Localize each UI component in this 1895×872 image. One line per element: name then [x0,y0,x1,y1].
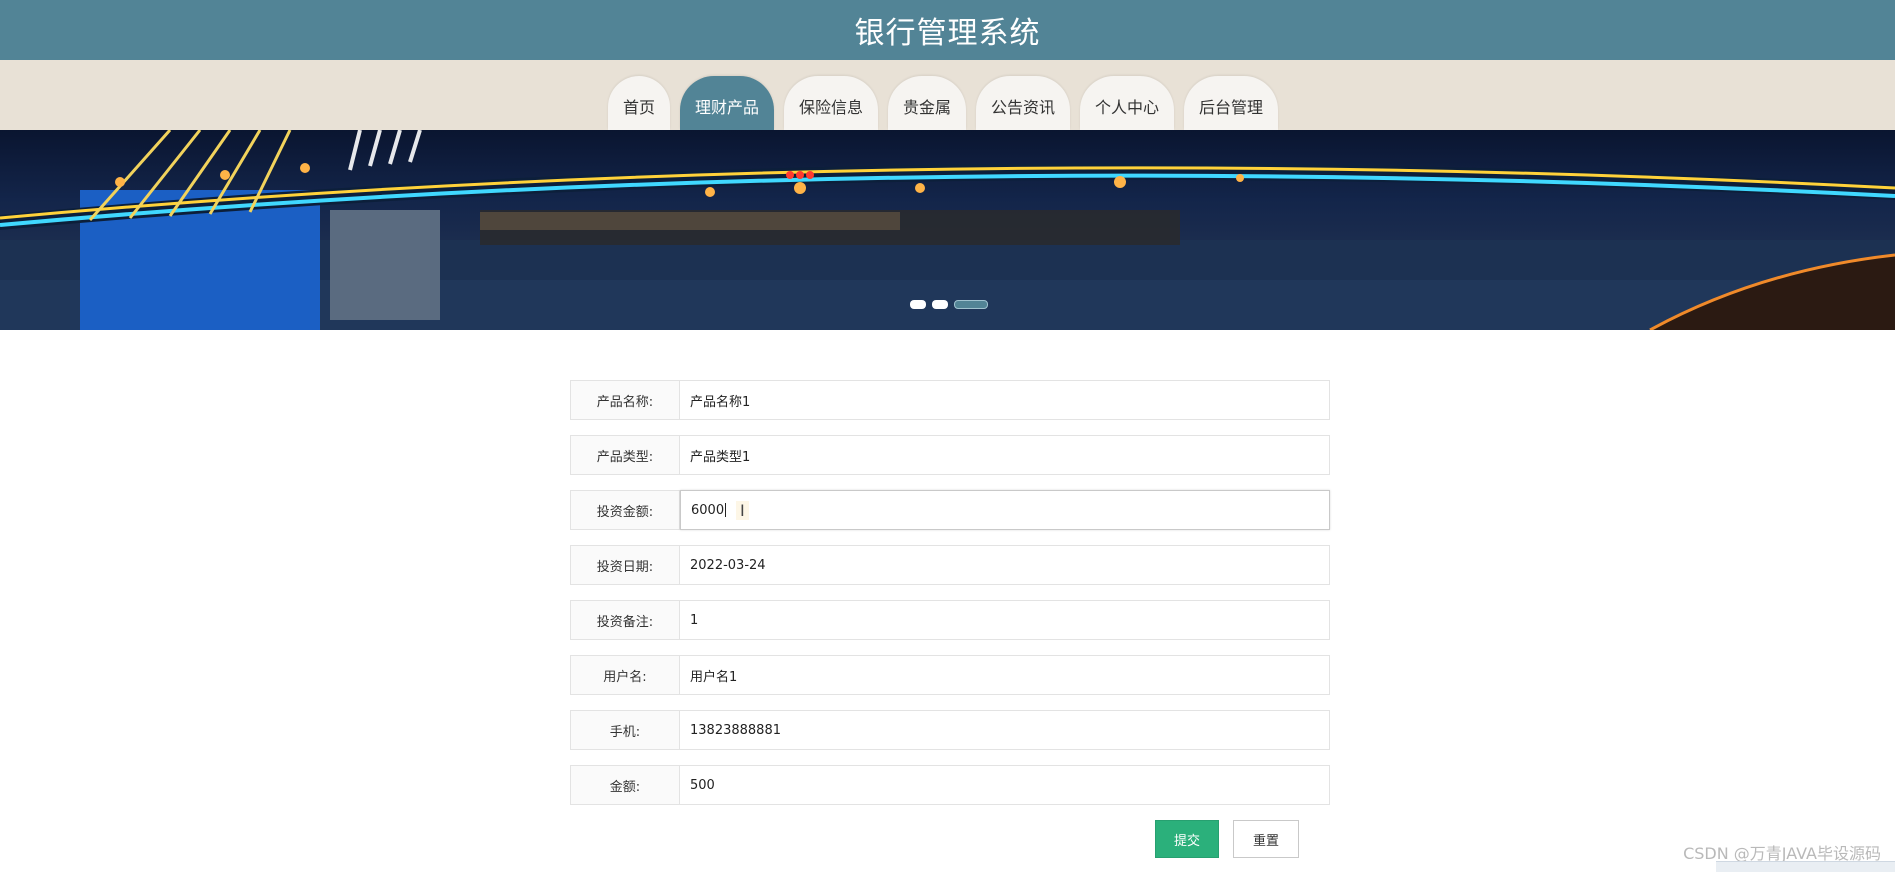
submit-button[interactable]: 提交 [1155,820,1219,858]
field-label: 投资备注: [570,600,680,640]
nav-item-admin[interactable]: 后台管理 [1184,76,1278,130]
phone-input[interactable]: 13823888881 [680,710,1330,750]
nav-item-personal-center[interactable]: 个人中心 [1080,76,1174,130]
form-actions: 提交 重置 [1155,820,1299,858]
form-row-product-type: 产品类型: 产品类型1 [570,435,1330,475]
form-row-amount: 金额: 500 [570,765,1330,805]
site-title: 银行管理系统 [854,16,1041,51]
investment-amount-input[interactable]: 6000 [680,490,1330,530]
form-row-phone: 手机: 13823888881 [570,710,1330,750]
amount-input[interactable]: 500 [680,765,1330,805]
investment-date-input[interactable]: 2022-03-24 [680,545,1330,585]
field-label: 用户名: [570,655,680,695]
carousel-dot-3-active[interactable] [954,300,988,309]
nav-item-wealth-products[interactable]: 理财产品 [680,76,774,130]
product-name-input[interactable]: 产品名称1 [680,380,1330,420]
system-tray-widget [1716,861,1895,872]
field-label: 产品名称: [570,380,680,420]
nav-item-announcements[interactable]: 公告资讯 [976,76,1070,130]
field-label: 产品类型: [570,435,680,475]
product-type-input[interactable]: 产品类型1 [680,435,1330,475]
field-label: 投资日期: [570,545,680,585]
text-cursor-icon: I [736,501,749,520]
form-row-investment-amount: 投资金额: 6000 [570,490,1330,530]
form-row-username: 用户名: 用户名1 [570,655,1330,695]
nav-item-insurance[interactable]: 保险信息 [784,76,878,130]
investment-note-input[interactable]: 1 [680,600,1330,640]
investment-amount-value: 6000 [691,502,725,518]
main-nav: 首页 理财产品 保险信息 贵金属 公告资讯 个人中心 后台管理 [0,60,1895,130]
text-caret [725,503,727,517]
field-label: 手机: [570,710,680,750]
site-header: 银行管理系统 [0,0,1895,60]
nav-item-precious-metals[interactable]: 贵金属 [888,76,966,130]
field-label: 金额: [570,765,680,805]
form-row-product-name: 产品名称: 产品名称1 [570,380,1330,420]
username-input[interactable]: 用户名1 [680,655,1330,695]
reset-button[interactable]: 重置 [1233,820,1299,858]
nav-item-home[interactable]: 首页 [608,76,670,130]
carousel-dot-1[interactable] [910,300,926,309]
field-label: 投资金额: [570,490,680,530]
form-row-investment-date: 投资日期: 2022-03-24 [570,545,1330,585]
form-row-investment-note: 投资备注: 1 [570,600,1330,640]
carousel-indicators [910,300,988,309]
carousel-dot-2[interactable] [932,300,948,309]
